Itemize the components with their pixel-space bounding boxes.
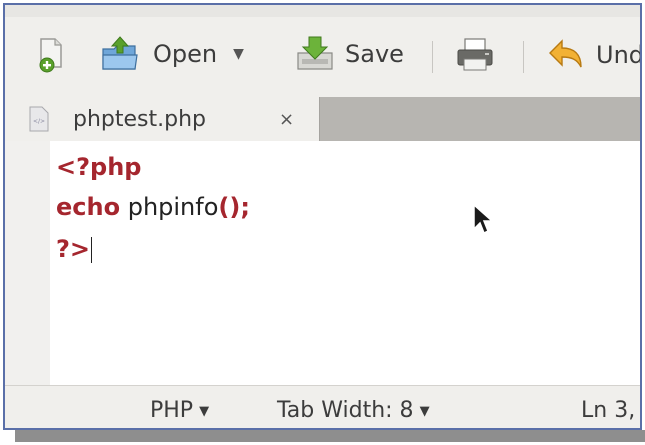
code-keyword: echo bbox=[56, 193, 121, 221]
code-keyword: ?> bbox=[56, 235, 91, 263]
open-button[interactable]: Open ▼ bbox=[100, 35, 244, 73]
tab-width-selector[interactable]: Tab Width: 8 ▼ bbox=[277, 398, 430, 423]
toolbar-separator bbox=[432, 41, 433, 73]
menu-strip bbox=[5, 5, 640, 17]
code-editor[interactable]: <?php echo phpinfo(); ?> bbox=[5, 141, 640, 385]
save-label: Save bbox=[345, 40, 404, 68]
toolbar-separator bbox=[523, 41, 524, 73]
tab-close-icon[interactable]: × bbox=[279, 109, 294, 130]
undo-button[interactable]: Und bbox=[546, 37, 642, 73]
code-line[interactable]: ?> bbox=[56, 235, 93, 263]
code-line[interactable]: <?php bbox=[56, 153, 141, 181]
code-keyword: (); bbox=[218, 193, 250, 221]
undo-arrow-icon bbox=[549, 39, 582, 68]
mouse-pointer-icon bbox=[473, 203, 494, 235]
text-caret bbox=[91, 237, 93, 263]
chevron-down-icon: ▼ bbox=[419, 403, 430, 419]
line-gutter bbox=[5, 141, 50, 385]
language-selector[interactable]: PHP ▼ bbox=[150, 398, 209, 423]
status-bar: PHP ▼ Tab Width: 8 ▼ Ln 3, bbox=[5, 385, 640, 428]
tab-bar: </> phptest.php × bbox=[5, 97, 640, 141]
code-text: phpinfo bbox=[120, 193, 219, 221]
php-file-icon: </> bbox=[29, 106, 49, 132]
save-icon bbox=[297, 36, 333, 70]
new-button[interactable] bbox=[39, 37, 65, 73]
code-line[interactable]: echo phpinfo(); bbox=[56, 193, 250, 221]
chevron-down-icon: ▼ bbox=[199, 403, 210, 419]
tab-width-label: Tab Width: 8 bbox=[277, 398, 414, 423]
tab-phptest[interactable]: </> phptest.php × bbox=[5, 97, 320, 141]
tab-label: phptest.php bbox=[73, 106, 206, 132]
code-keyword: <?php bbox=[56, 153, 142, 181]
editor-window: Open ▼ Save Und </> phptest.php × <?php … bbox=[3, 3, 642, 430]
language-label: PHP bbox=[150, 398, 194, 423]
undo-label: Und bbox=[596, 41, 642, 69]
window-shadow bbox=[15, 430, 645, 442]
save-button[interactable]: Save bbox=[295, 35, 404, 73]
toolbar: Open ▼ Save Und bbox=[5, 5, 640, 97]
open-dropdown-arrow-icon[interactable]: ▼ bbox=[233, 46, 244, 62]
open-label: Open bbox=[153, 40, 218, 68]
svg-text:</>: </> bbox=[33, 118, 45, 125]
print-button[interactable] bbox=[455, 37, 495, 73]
cursor-position: Ln 3, bbox=[581, 398, 636, 423]
printer-icon bbox=[457, 38, 493, 71]
open-folder-icon bbox=[102, 36, 138, 70]
new-document-icon bbox=[39, 38, 62, 73]
